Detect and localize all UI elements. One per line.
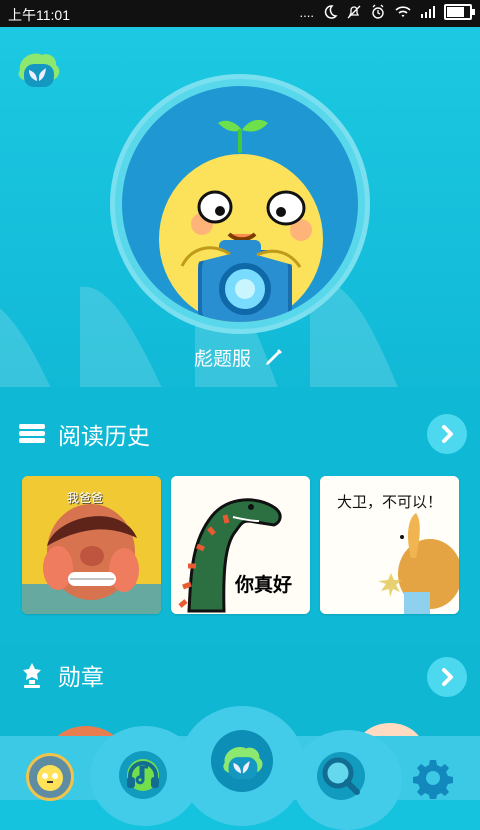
profile-tab[interactable] (26, 753, 74, 801)
book-cover-my-dad[interactable]: 我爸爸 (22, 476, 161, 614)
book-cover-no-david[interactable]: 大卫，不可以！ (320, 476, 459, 614)
sprout-house-icon (18, 53, 60, 87)
wifi-icon (395, 6, 411, 17)
profile-name-row[interactable]: 彪题服 (0, 344, 480, 371)
home-tab[interactable] (211, 730, 273, 792)
reading-history-title: 阅读历史 (58, 424, 150, 450)
muted-bell-icon (347, 5, 361, 19)
status-icons: .... (299, 4, 475, 20)
book-cover-you-are-nice[interactable]: 你真好 (171, 476, 310, 614)
yellow-face-tab-icon (37, 765, 63, 791)
status-time: 上午11:01 (8, 7, 70, 23)
search-tab[interactable] (317, 752, 365, 800)
profile-header: 彪题服 (0, 27, 480, 387)
reading-history-section: 阅读历史 我爸爸 你真好 大卫，不可以！ (0, 387, 480, 643)
book-stack-icon (19, 424, 45, 443)
book-title: 你真好 (235, 574, 293, 596)
trophy-star-icon (23, 663, 41, 688)
avatar-image (122, 86, 358, 322)
gear-icon (413, 760, 453, 799)
cell-signal-icon (421, 6, 435, 18)
book-title: 大卫，不可以！ (337, 493, 443, 511)
book-list: 我爸爸 你真好 大卫，不可以！ (22, 476, 459, 614)
battery-icon (444, 4, 475, 20)
app-logo-button[interactable] (12, 42, 64, 94)
music-tab[interactable] (119, 751, 167, 799)
profile-name: 彪题服 (193, 348, 251, 370)
yellow-sprout-character-icon (159, 119, 323, 322)
chevron-right-icon (442, 425, 453, 443)
bottom-navigation (0, 706, 480, 830)
signal-dots: .... (299, 4, 314, 20)
alarm-icon (372, 4, 384, 19)
profile-avatar[interactable] (110, 74, 370, 334)
settings-tab[interactable] (409, 754, 457, 802)
medals-header: 勋章 (18, 658, 104, 692)
sprout-house-icon (223, 747, 263, 780)
reading-history-more-button[interactable] (427, 414, 467, 454)
music-headphones-icon (127, 759, 159, 791)
chevron-right-icon (442, 668, 453, 686)
search-icon (322, 757, 360, 795)
reading-history-header: 阅读历史 (18, 417, 150, 451)
book-title: 我爸爸 (67, 491, 104, 505)
pencil-icon[interactable] (262, 346, 286, 370)
medals-more-button[interactable] (427, 657, 467, 697)
moon-icon (324, 5, 338, 19)
battery-level (447, 7, 464, 17)
medals-title: 勋章 (58, 665, 104, 691)
status-bar: 上午11:01 .... (0, 0, 480, 27)
